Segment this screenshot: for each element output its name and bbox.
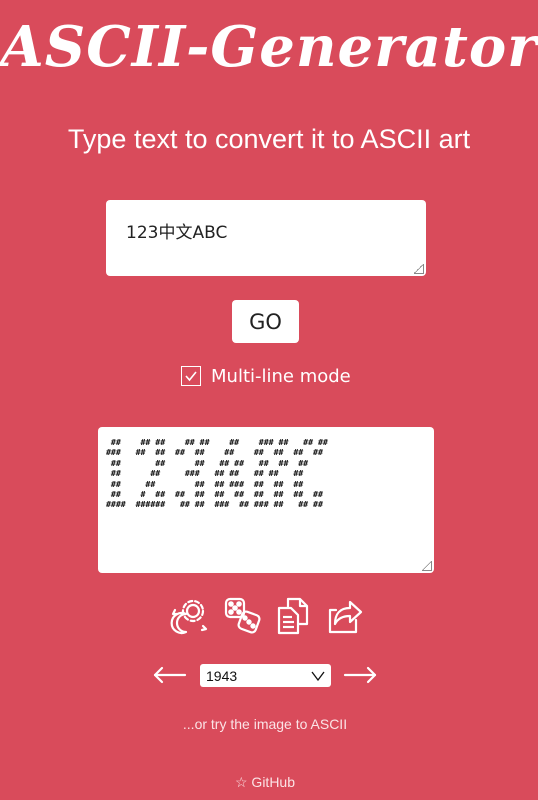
github-link[interactable]: ☆ GitHub [0,774,530,791]
image-to-ascii-link[interactable]: ...or try the image to ASCII [0,716,530,732]
font-select[interactable]: 1943 [200,664,331,687]
share-icon[interactable] [326,596,366,636]
checkmark-icon [185,371,197,382]
font-select-value: 1943 [206,667,238,684]
ascii-output-text: ## ## ## ## ## ## ### ## ## ## ### ## ##… [106,437,328,510]
previous-font-arrow-icon[interactable] [152,663,188,687]
resize-handle-icon[interactable] [422,561,432,571]
multiline-label: Multi-line mode [211,365,351,387]
multiline-checkbox[interactable] [181,366,201,386]
page-subtitle: Type text to convert it to ASCII art [67,124,471,154]
randomize-icon[interactable] [170,596,210,636]
multiline-toggle[interactable]: Multi-line mode [181,364,351,388]
text-input[interactable]: 123中文ABC [106,200,426,276]
chevron-down-icon [311,671,325,681]
text-input-value: 123中文ABC [126,223,228,243]
dice-icon[interactable] [222,596,262,636]
go-button[interactable]: GO [232,300,299,343]
copy-icon[interactable] [274,596,314,636]
next-font-arrow-icon[interactable] [342,663,378,687]
resize-handle-icon[interactable] [414,264,424,274]
ascii-output[interactable]: ## ## ## ## ## ## ### ## ## ## ### ## ##… [98,427,434,573]
page-title: ASCII-Generator [0,14,538,80]
action-toolbar [170,596,366,636]
